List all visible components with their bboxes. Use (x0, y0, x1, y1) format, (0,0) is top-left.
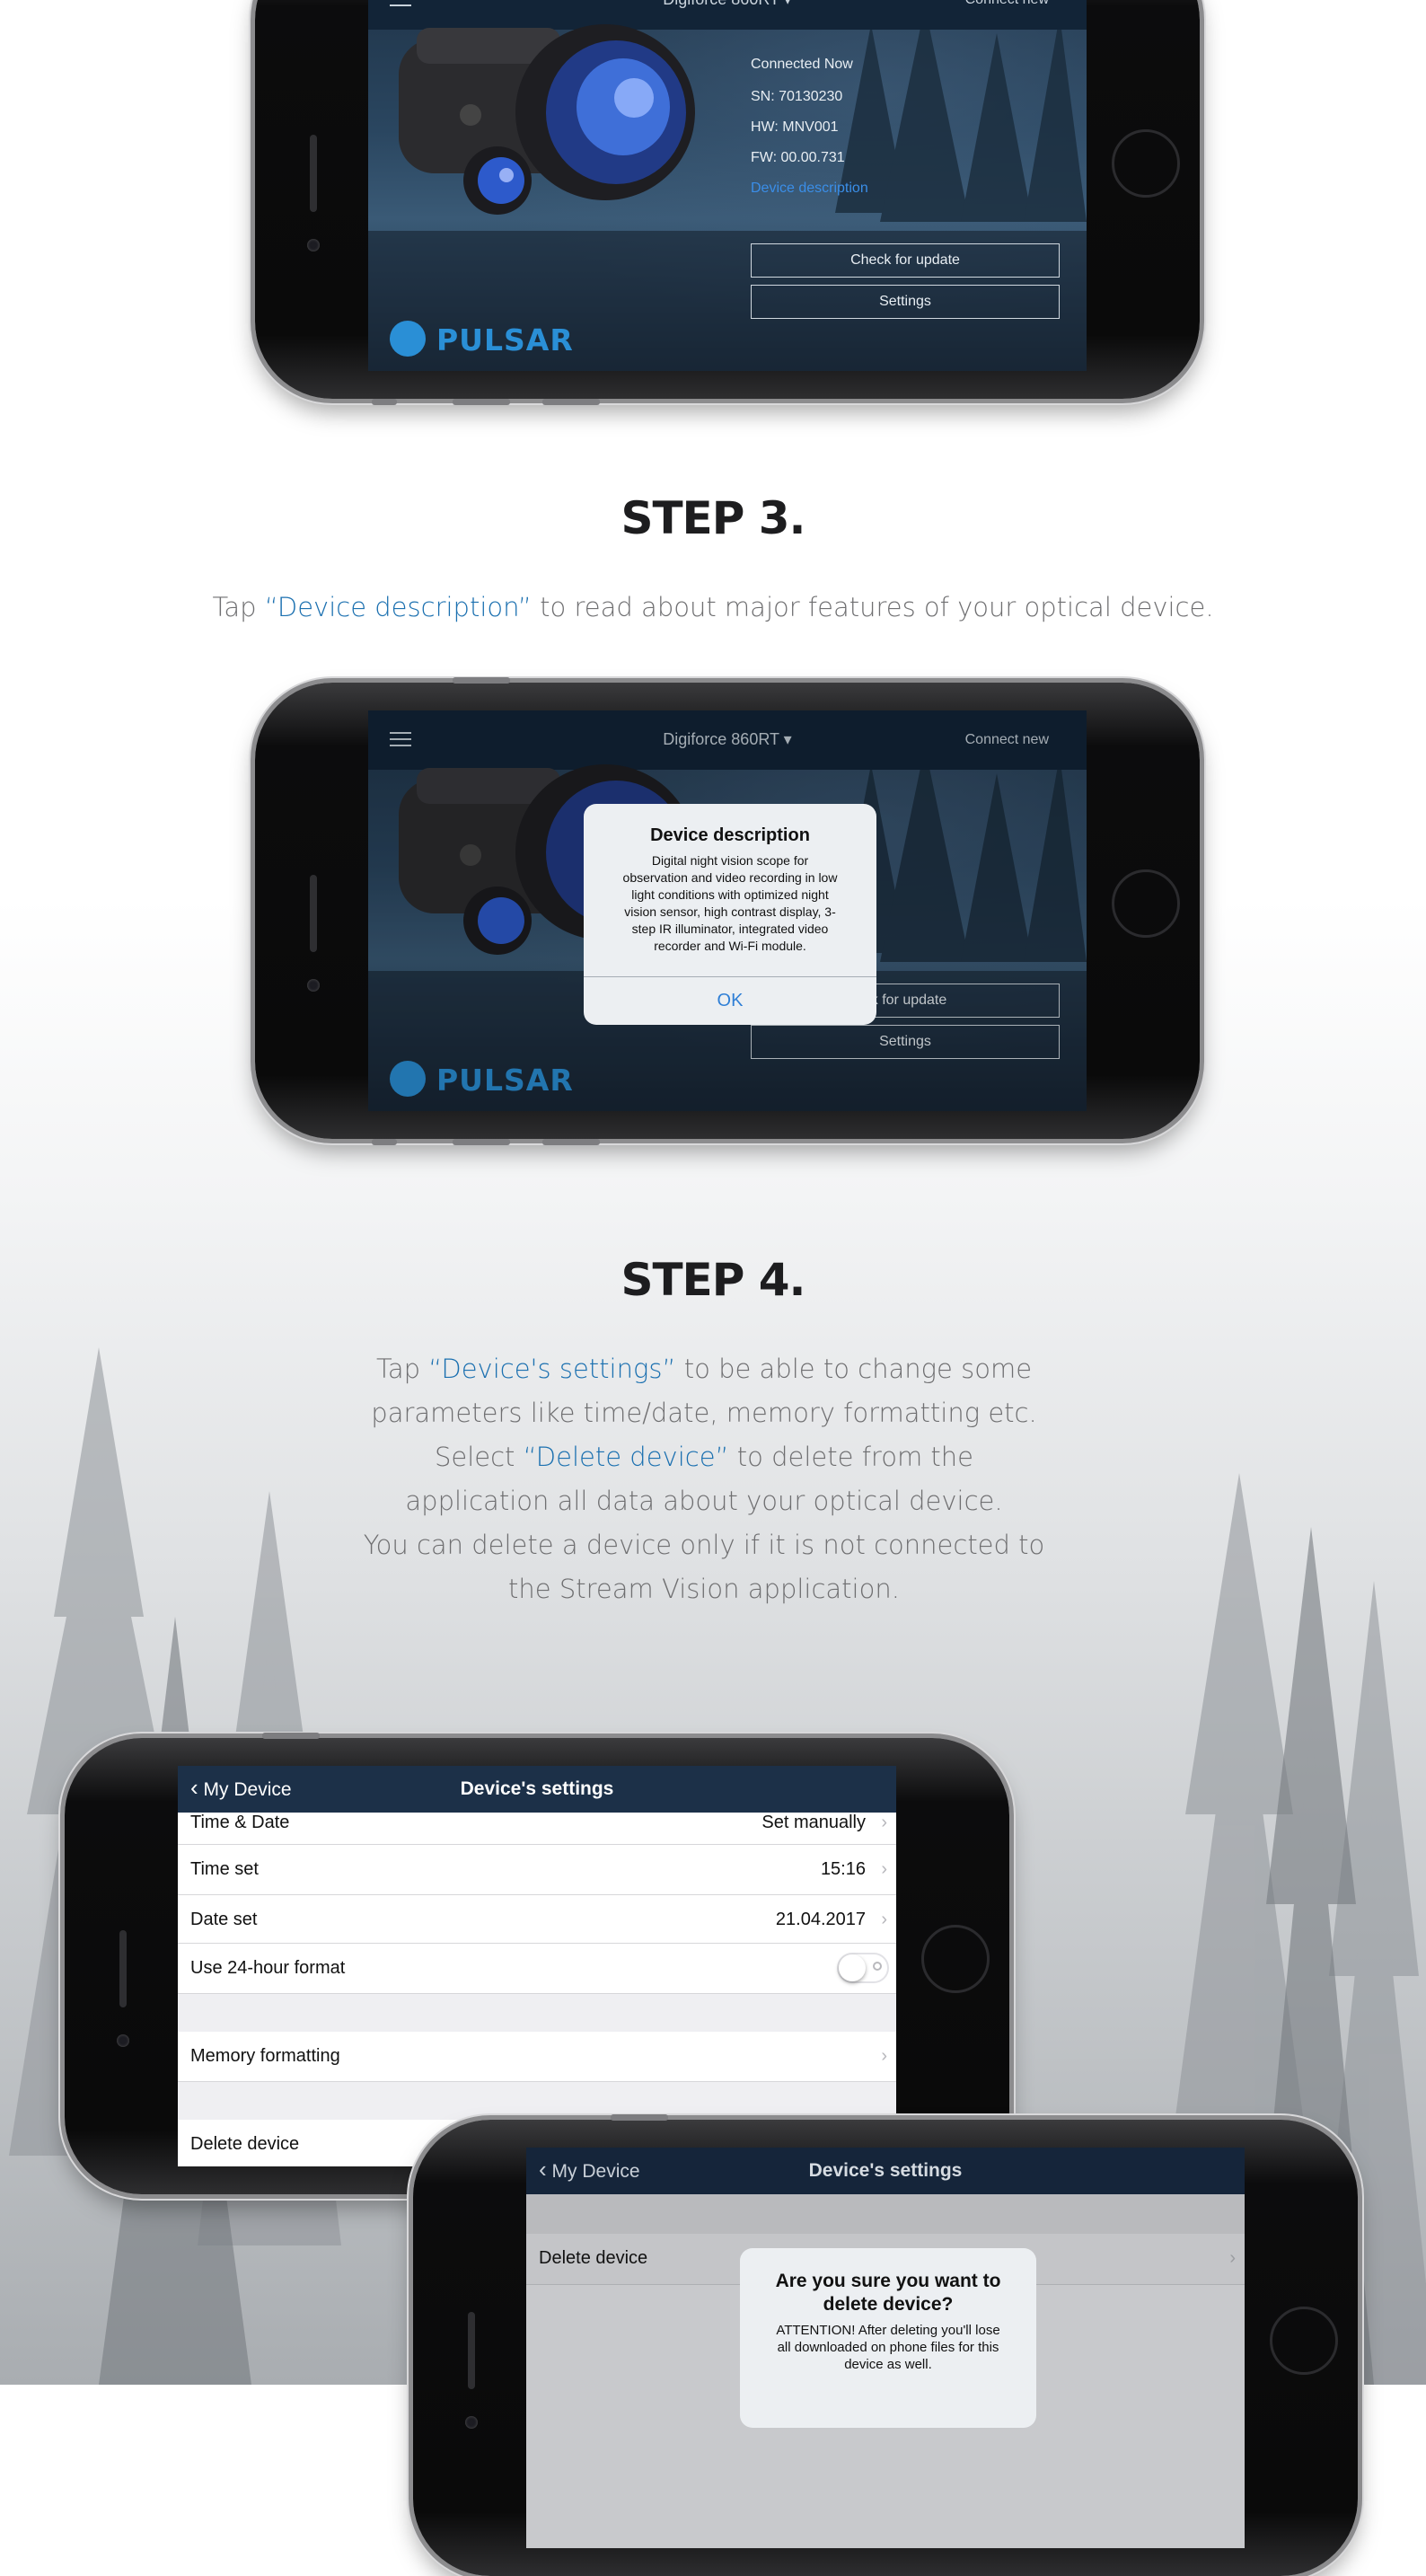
phone-mockup-delete-confirmation: ‹ My Device Device's settings Delete dev… (413, 2114, 1358, 2576)
dialog-title: Are you sure you want to delete device? (775, 2271, 1001, 2315)
settings-title: Device's settings (460, 1778, 614, 1799)
delete-device-confirmation-dialog: Are you sure you want to delete device? … (740, 2248, 1036, 2428)
settings-nav-bar: ‹ My Device Device's settings (178, 1766, 896, 1813)
phone-home-button (921, 1925, 990, 1993)
phone-camera (307, 979, 320, 992)
phone-side-button (453, 677, 510, 684)
device-description-link[interactable]: Device description (751, 181, 868, 197)
step-3-description: Tap “Device description” to read about m… (212, 592, 1214, 622)
dialog-ok-button[interactable]: OK (584, 991, 876, 1011)
dialog-divider (584, 976, 876, 977)
phone-speaker (468, 2312, 475, 2389)
step-3-title: STEP 3. (621, 492, 805, 544)
phone-side-button (453, 1139, 510, 1145)
phone-home-button (1270, 2307, 1338, 2375)
phone-speaker (310, 135, 317, 212)
settings-button[interactable]: Settings (751, 285, 1060, 319)
phone-speaker (119, 1930, 127, 2007)
settings-nav-bar: ‹ My Device Device's settings (526, 2148, 1245, 2194)
chevron-right-icon: › (1229, 2248, 1236, 2268)
check-for-update-button[interactable]: Check for update (751, 243, 1060, 278)
chevron-right-icon: › (881, 1859, 887, 1879)
hardware-version: HW: MNV001 (751, 119, 839, 135)
dialog-body: Digital night vision scope for observati… (622, 853, 838, 953)
chevron-right-icon: › (881, 1910, 887, 1929)
phone-mockup-main-screen: Digiforce 860RT ▾ Connect new Connected … (255, 0, 1200, 405)
connection-status: Connected Now (751, 57, 853, 72)
phone-mockup-description-dialog: Digiforce 860RT ▾ Connect new ck for upd… (255, 677, 1200, 1145)
phone-side-button (542, 399, 600, 405)
chevron-right-icon: › (881, 1813, 887, 1832)
phone-side-button (453, 399, 510, 405)
settings-title: Device's settings (808, 2160, 963, 2181)
app-screen: Digiforce 860RT ▾ Connect new ck for upd… (368, 710, 1087, 1111)
dialog-body: ATTENTION! After deleting you'll lose al… (776, 2323, 1000, 2372)
phone-side-button (262, 1733, 320, 1739)
phone-side-button (372, 399, 397, 405)
firmware-version: FW: 00.00.731 (751, 150, 845, 165)
step-4-description: Tap “Device's settings” to be able to ch… (363, 1354, 1045, 1604)
phone-side-button (542, 1139, 600, 1145)
phone-camera (117, 2034, 129, 2047)
pulsar-logo-icon (390, 321, 426, 357)
settings-screen-dimmed: ‹ My Device Device's settings Delete dev… (526, 2148, 1245, 2548)
app-screen: Digiforce 860RT ▾ Connect new Connected … (368, 0, 1087, 371)
step-4-title: STEP 4. (621, 1254, 805, 1306)
section-spacer (178, 2082, 896, 2120)
settings-row-time-set[interactable]: Time set 15:16 › (178, 1845, 896, 1895)
phone-camera (307, 239, 320, 251)
connect-new-link[interactable]: Connect new (965, 0, 1049, 8)
chevron-right-icon: › (881, 2046, 887, 2066)
night-vision-device-image (399, 24, 695, 215)
settings-row-date-set[interactable]: Date set 21.04.2017 › (178, 1895, 896, 1944)
phone-camera (465, 2416, 478, 2429)
settings-screen: ‹ My Device Device's settings Time & Dat… (178, 1766, 896, 2166)
section-spacer (178, 1994, 896, 2032)
serial-number: SN: 70130230 (751, 89, 843, 104)
dialog-title: Device description (650, 825, 810, 845)
phone-home-button (1112, 129, 1180, 198)
phone-speaker (310, 875, 317, 952)
section-spacer (526, 2194, 1245, 2234)
phone-side-button (372, 1139, 397, 1145)
settings-row-time-date[interactable]: Time & Date Set manually › (178, 1813, 896, 1845)
phone-home-button (1112, 869, 1180, 938)
device-description-dialog: Device description Digital night vision … (584, 804, 876, 1025)
settings-row-memory-formatting[interactable]: Memory formatting › (178, 2032, 896, 2082)
settings-row-24-hour-format: Use 24-hour format (178, 1944, 896, 1994)
phone-side-button (611, 2114, 668, 2121)
24-hour-format-toggle[interactable] (837, 1953, 889, 1983)
